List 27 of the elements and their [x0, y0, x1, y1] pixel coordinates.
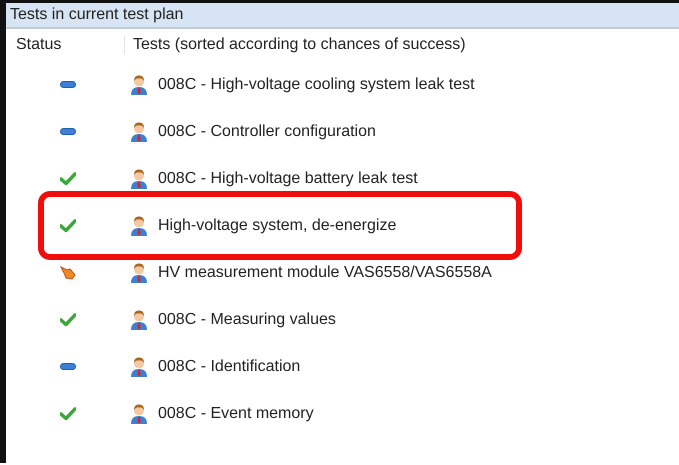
- test-name[interactable]: 008C - High-voltage battery leak test: [158, 170, 418, 188]
- person-icon: [130, 356, 148, 378]
- column-header[interactable]: Status: [6, 36, 124, 54]
- person-icon: [130, 120, 148, 142]
- test-name[interactable]: 008C - Measuring values: [158, 310, 336, 328]
- person-icon: [130, 262, 148, 284]
- test-name[interactable]: High-voltage system, de-energize: [158, 216, 396, 234]
- person-icon: [130, 402, 148, 424]
- pointer-icon: [60, 266, 76, 280]
- person-icon: [130, 308, 148, 330]
- person-icon: [130, 214, 148, 236]
- test-name[interactable]: 008C - Identification: [158, 358, 300, 376]
- person-icon: [130, 168, 148, 190]
- dash-icon: [60, 363, 76, 370]
- panel-title: Tests in current test plan: [6, 3, 679, 29]
- dash-icon: [60, 81, 76, 88]
- person-icon: [130, 74, 148, 96]
- test-name[interactable]: HV measurement module VAS6558/VAS6558A: [158, 264, 492, 282]
- check-icon: [60, 407, 76, 420]
- check-icon: [60, 219, 76, 232]
- check-icon: [60, 172, 76, 185]
- test-name[interactable]: 008C - High-voltage cooling system leak test: [158, 76, 475, 94]
- test-name[interactable]: 008C - Event memory: [158, 404, 314, 422]
- test-name[interactable]: 008C - Controller configuration: [158, 122, 376, 140]
- check-icon: [60, 313, 76, 326]
- column-header[interactable]: Tests (sorted according to chances of success): [124, 36, 466, 54]
- dash-icon: [60, 128, 76, 135]
